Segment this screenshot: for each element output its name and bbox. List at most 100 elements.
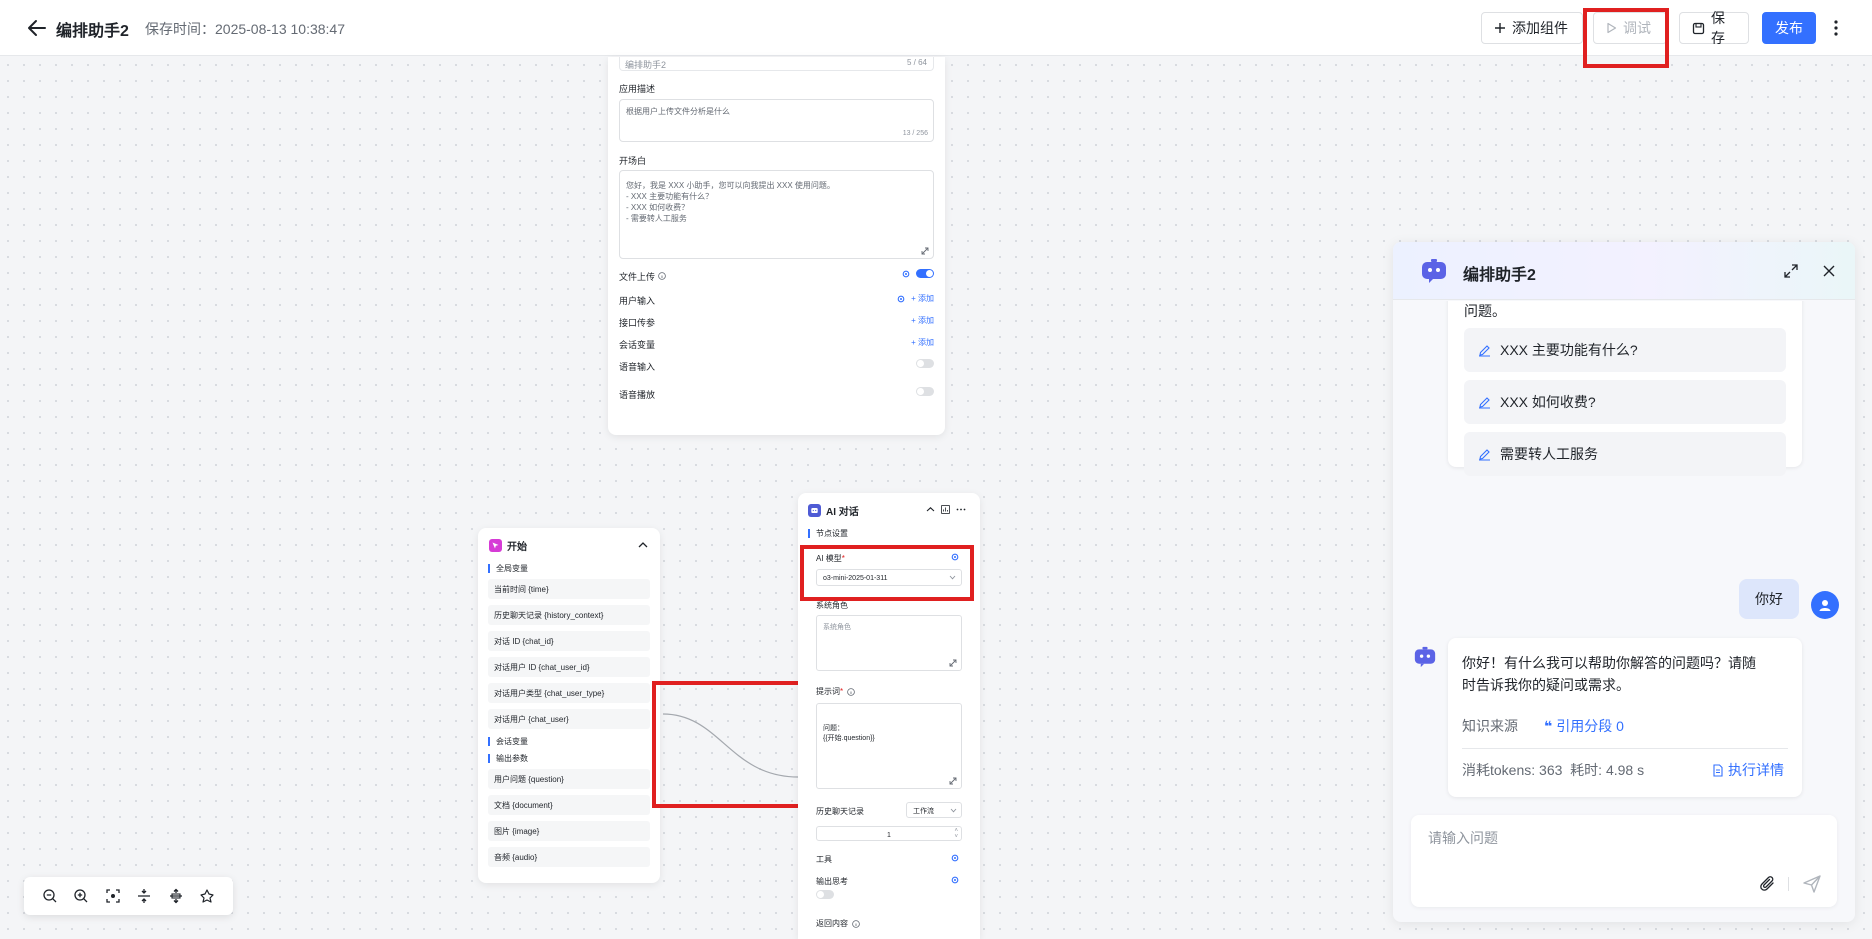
output-params-label: 输出参数 bbox=[488, 754, 528, 763]
add-user-input-link[interactable]: + 添加 bbox=[911, 293, 934, 304]
model-select[interactable]: o3-mini-2025-01-311 bbox=[816, 569, 962, 586]
global-var-item: 对话用户类型 {chat_user_type} bbox=[488, 683, 650, 703]
add-label: 添加 bbox=[918, 316, 934, 325]
paperclip-icon[interactable] bbox=[1759, 875, 1777, 893]
session-vars-label: 会话变量 bbox=[619, 339, 656, 350]
output-param-item: 音频 {audio} bbox=[488, 847, 650, 867]
stepper-arrows-icon[interactable]: ˄ ˅ bbox=[954, 828, 958, 840]
send-icon[interactable] bbox=[1802, 874, 1822, 894]
debug-button[interactable]: 调试 bbox=[1593, 12, 1667, 44]
node-connection-edge[interactable] bbox=[650, 700, 810, 790]
save-label: 保存 bbox=[1711, 10, 1725, 46]
history-mode-select[interactable]: 工作流 bbox=[906, 802, 962, 818]
history-count-stepper[interactable]: 1 ˄ ˅ bbox=[816, 826, 962, 841]
chevron-up-icon[interactable] bbox=[926, 506, 935, 513]
chat-input-box[interactable]: 请输入问题 bbox=[1411, 815, 1837, 907]
plus-icon bbox=[1494, 22, 1506, 34]
back-arrow-icon[interactable] bbox=[26, 17, 50, 39]
close-icon[interactable] bbox=[1821, 263, 1837, 279]
output-thinking-label: 输出思考 bbox=[816, 877, 848, 886]
expand-icon[interactable] bbox=[949, 777, 957, 785]
edit-icon bbox=[1478, 448, 1491, 461]
system-role-textarea[interactable]: 系统角色 bbox=[816, 615, 962, 671]
prompt-label-text: 提示词 bbox=[816, 687, 840, 696]
more-horizontal-icon[interactable] bbox=[956, 505, 966, 514]
model-label: AI 模型* bbox=[816, 554, 845, 563]
voice-play-row: 语音播放 bbox=[619, 387, 934, 401]
expand-icon[interactable] bbox=[949, 659, 957, 667]
prompt-label: 提示词* bbox=[816, 686, 856, 697]
gear-icon[interactable] bbox=[951, 876, 959, 884]
suggested-question[interactable]: XXX 如何收费? bbox=[1464, 380, 1786, 424]
opening-textarea[interactable]: 您好，我是 XXX 小助手，您可以向我提出 XXX 使用问题。 - XXX 主要… bbox=[619, 170, 934, 259]
node-settings-label: 节点设置 bbox=[808, 529, 848, 538]
gear-icon[interactable] bbox=[902, 270, 910, 278]
citation-link[interactable]: ❝ 引用分段 0 bbox=[1544, 716, 1624, 736]
ai-node-title: AI 对话 bbox=[826, 507, 859, 518]
file-upload-toggle[interactable] bbox=[916, 269, 934, 278]
output-param-item: 图片 {image} bbox=[488, 821, 650, 841]
output-thinking-toggle[interactable] bbox=[816, 890, 834, 899]
chevron-down-icon bbox=[950, 808, 957, 813]
add-component-button[interactable]: 添加组件 bbox=[1481, 12, 1583, 44]
opening-message: 问题。 XXX 主要功能有什么? XXX 如何收费? 需要转人工服务 bbox=[1448, 301, 1802, 476]
auto-layout-icon[interactable] bbox=[192, 882, 224, 910]
save-button[interactable]: 保存 bbox=[1679, 10, 1749, 46]
voice-input-label: 语音输入 bbox=[619, 361, 656, 372]
gear-icon[interactable] bbox=[951, 854, 959, 862]
base-info-node[interactable]: 编排助手2 5 / 64 应用描述 根据用户上传文件分析是什么 13 / 256… bbox=[608, 57, 945, 435]
expand-icon[interactable] bbox=[921, 247, 929, 255]
save-icon bbox=[1692, 22, 1705, 35]
fullscreen-icon[interactable] bbox=[1783, 263, 1799, 279]
chevron-up-icon[interactable] bbox=[638, 541, 648, 549]
prompt-textarea[interactable]: 问题： {{开始.question}} bbox=[816, 703, 962, 789]
expand-nodes-icon[interactable] bbox=[129, 882, 161, 910]
collapse-nodes-icon[interactable] bbox=[160, 882, 192, 910]
exec-detail-text: 执行详情 bbox=[1728, 762, 1784, 778]
ai-answer-text: 你好！有什么我可以帮助你解答的问题吗？请随时告诉我你的疑问或需求。 bbox=[1462, 655, 1756, 693]
chat-messages[interactable]: 问题。 XXX 主要功能有什么? XXX 如何收费? 需要转人工服务 你好 你好… bbox=[1393, 301, 1855, 841]
start-node-header: 开始 bbox=[489, 538, 527, 553]
chat-input-placeholder: 请输入问题 bbox=[1428, 830, 1498, 846]
exec-detail-link[interactable]: 执行详情 bbox=[1712, 760, 1784, 780]
gear-icon[interactable] bbox=[897, 295, 905, 303]
suggested-question-text: XXX 主要功能有什么? bbox=[1500, 342, 1638, 358]
ai-chat-node[interactable]: AI 对话 节点设置 AI 模型* o3-mini-2025-01-311 系统… bbox=[798, 493, 980, 939]
opening-line: - XXX 主要功能有什么？ bbox=[626, 192, 714, 201]
start-node[interactable]: 开始 全局变量 当前时间 {time} 历史聊天记录 {history_cont… bbox=[478, 528, 660, 883]
app-name-count: 5 / 64 bbox=[906, 58, 927, 67]
user-input-label: 用户输入 bbox=[619, 295, 656, 306]
voice-play-toggle[interactable] bbox=[916, 387, 934, 396]
add-label: 添加 bbox=[918, 294, 934, 303]
file-upload-row: 文件上传 bbox=[619, 269, 934, 283]
desc-value: 根据用户上传文件分析是什么 bbox=[626, 107, 730, 116]
document-icon bbox=[1712, 763, 1724, 777]
fit-view-icon[interactable] bbox=[97, 882, 129, 910]
app-title: 编排助手2 bbox=[56, 23, 129, 40]
suggested-question[interactable]: 需要转人工服务 bbox=[1464, 432, 1786, 476]
history-count-value: 1 bbox=[887, 832, 891, 839]
voice-input-toggle[interactable] bbox=[916, 359, 934, 368]
user-input-row: 用户输入 + 添加 bbox=[619, 293, 934, 307]
suggested-question[interactable]: XXX 主要功能有什么? bbox=[1464, 328, 1786, 372]
app-name-field[interactable]: 编排助手2 5 / 64 bbox=[619, 57, 934, 71]
add-session-var-link[interactable]: + 添加 bbox=[911, 337, 934, 348]
chat-header: 编排助手2 bbox=[1393, 242, 1855, 300]
voice-play-label: 语音播放 bbox=[619, 389, 656, 400]
ai-bot-icon bbox=[808, 504, 821, 517]
add-api-param-link[interactable]: + 添加 bbox=[911, 315, 934, 326]
global-var-item: 历史聊天记录 {history_context} bbox=[488, 605, 650, 625]
quote-icon: ❝ bbox=[1544, 717, 1553, 734]
publish-button[interactable]: 发布 bbox=[1762, 12, 1816, 44]
elapsed-text: 耗时: 4.98 s bbox=[1570, 762, 1645, 778]
zoom-out-icon[interactable] bbox=[34, 882, 66, 910]
prompt-line: 问题： bbox=[823, 725, 844, 732]
opening-label: 开场白 bbox=[619, 156, 647, 166]
desc-textarea[interactable]: 根据用户上传文件分析是什么 13 / 256 bbox=[619, 99, 934, 142]
global-var-item: 对话 ID {chat_id} bbox=[488, 631, 650, 651]
zoom-in-icon[interactable] bbox=[66, 882, 98, 910]
more-vertical-icon[interactable] bbox=[1828, 16, 1844, 40]
edit-icon bbox=[1478, 396, 1491, 409]
chart-icon[interactable] bbox=[941, 505, 950, 514]
gear-icon[interactable] bbox=[951, 553, 959, 561]
